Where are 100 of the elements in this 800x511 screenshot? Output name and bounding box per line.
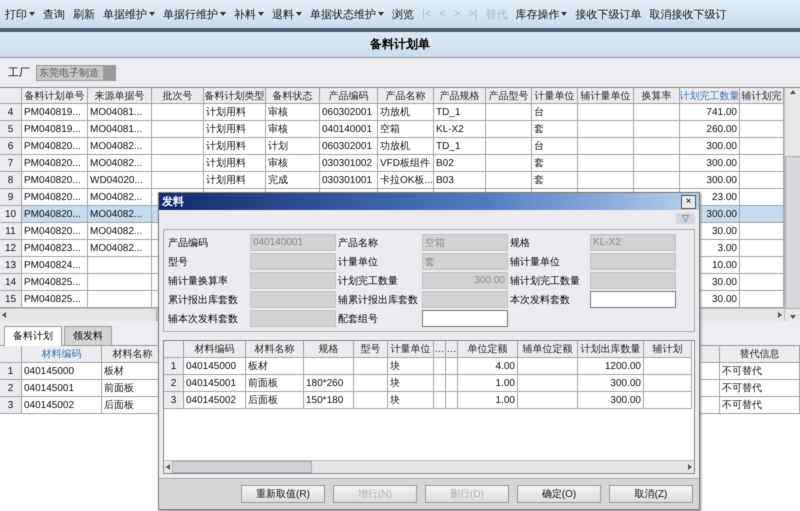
toolbar-button[interactable]: 刷新 [72, 4, 96, 24]
horizontal-scrollbar[interactable] [164, 460, 694, 473]
arrow-right-icon[interactable] [686, 463, 694, 471]
column-header[interactable]: 产品规格 [434, 88, 486, 104]
tab[interactable]: 备料计划 [4, 326, 62, 346]
row-number: 7 [0, 155, 22, 172]
input-field[interactable] [250, 272, 336, 289]
column-header[interactable]: 批次号 [152, 88, 204, 104]
arrow-left-icon[interactable] [0, 311, 8, 319]
column-header[interactable]: 计划出库数量 [578, 341, 644, 358]
column-header[interactable]: 备料状态 [266, 88, 320, 104]
toolbar-button[interactable]: 查询 [42, 4, 66, 24]
table-row[interactable]: 8 PM040820... WD04020... 计划用料 完成 030301001 卡拉OK板... B03 套 300.00 [0, 172, 784, 189]
toolbar-button[interactable]: 退料 [271, 4, 303, 24]
lookup-button[interactable] [103, 66, 115, 80]
caret-icon [29, 12, 35, 16]
table-cell: 块 [388, 392, 434, 409]
factory-label: 工厂 [8, 66, 30, 80]
toolbar-button[interactable]: 单据状态维护 [309, 4, 385, 24]
empty-cell [644, 375, 692, 392]
factory-field[interactable]: 东莞电子制造 [36, 64, 116, 80]
toolbar-button[interactable]: 接收下级订单 [574, 4, 642, 24]
input-field[interactable] [590, 272, 676, 289]
table-cell: 040145002 [22, 397, 102, 414]
toolbar-button[interactable]: 浏览 [391, 4, 415, 24]
row-number: 6 [0, 138, 22, 155]
row-number: 11 [0, 223, 22, 240]
empty-cell [304, 358, 354, 375]
column-header[interactable]: 辅计量单位 [578, 88, 634, 104]
table-cell: 块 [388, 358, 434, 375]
column-header[interactable]: 材料编码 [184, 341, 246, 358]
arrow-right-icon[interactable] [776, 311, 784, 319]
vertical-scrollbar[interactable] [784, 88, 800, 321]
caret-icon [561, 12, 568, 16]
column-header[interactable]: 材料名称 [246, 341, 304, 358]
row-number: 3 [0, 397, 22, 414]
caret-icon [220, 12, 226, 16]
caret-icon [296, 12, 302, 16]
column-header[interactable]: 产品名称 [378, 88, 434, 104]
column-header[interactable]: 规格 [304, 341, 354, 358]
column-header[interactable]: 换算率 [634, 88, 680, 104]
table-cell: 板材 [246, 358, 304, 375]
row-number: 15 [0, 291, 22, 308]
field-label: 辅本次发料套数 [168, 312, 239, 326]
column-header[interactable]: 辅计划完 [740, 88, 784, 104]
input-field[interactable] [422, 310, 508, 327]
table-row[interactable]: 5 PM040819... MO04081... 计划用料 审核 040140001 空箱 KL-X2 套 260.00 [0, 121, 784, 138]
column-header[interactable]: 型号 [354, 341, 388, 358]
table-cell: 不可替代 [720, 397, 800, 414]
tab[interactable]: 领发料 [64, 326, 112, 345]
scrollbar-thumb[interactable] [785, 156, 800, 309]
field-label: 辅计量单位 [510, 256, 561, 270]
dialog-button[interactable]: 重新取值(R) [241, 485, 325, 503]
table-cell: 040145001 [184, 375, 246, 392]
caret-icon [258, 12, 264, 16]
toolbar-button[interactable]: 补料 [233, 4, 265, 24]
page-title: 备料计划单 [370, 36, 430, 53]
column-header[interactable]: 替代信息 [720, 346, 800, 363]
column-header[interactable]: 辅计划 [644, 341, 692, 358]
column-header[interactable]: 计量单位 [388, 341, 434, 358]
column-header[interactable]: 备料计划单号 [22, 88, 88, 104]
row-number: 3 [164, 392, 184, 409]
toolbar-button[interactable]: 取消接收下级订 [648, 4, 728, 24]
scrollbar-thumb[interactable] [172, 461, 312, 473]
column-header[interactable]: … [434, 341, 446, 358]
input-field[interactable] [250, 310, 336, 327]
dialog-button[interactable]: 确定(O) [517, 485, 601, 503]
empty-cell [354, 358, 388, 375]
row-number: 14 [0, 274, 22, 291]
column-header[interactable]: 材料编码 [22, 346, 102, 363]
column-header[interactable]: 产品编码 [320, 88, 378, 104]
expand-button[interactable]: ▽ [676, 213, 695, 224]
input-field[interactable] [250, 291, 336, 308]
table-row[interactable]: 4 PM040819... MO04081... 计划用料 审核 060302001 功放机 TD_1 台 741.00 [0, 104, 784, 121]
toolbar-button[interactable]: 库存操作 [514, 4, 568, 24]
close-button[interactable]: × [681, 194, 696, 208]
column-header[interactable]: 计量单位 [532, 88, 578, 104]
table-row[interactable]: 7 PM040820... MO04082... 计划用料 审核 030301002 VFD板组件 B02 套 300.00 [0, 155, 784, 172]
column-header[interactable]: 备料计划类型 [204, 88, 266, 104]
input-field[interactable] [590, 253, 676, 270]
column-header[interactable]: 计划完工数量 [680, 88, 740, 104]
arrow-up-icon[interactable] [789, 88, 797, 96]
table-cell: 前面板 [246, 375, 304, 392]
toolbar-button[interactable]: 单据维护 [102, 4, 156, 24]
dialog-button[interactable]: 取消(Z) [609, 485, 693, 503]
input-field[interactable] [250, 253, 336, 270]
empty-cell [644, 358, 692, 375]
arrow-left-icon[interactable] [164, 463, 172, 471]
input-field[interactable] [590, 291, 676, 308]
toolbar-button[interactable]: 单据行维护 [162, 4, 227, 24]
toolbar-button[interactable]: 打印 [4, 4, 36, 24]
column-header[interactable]: … [446, 341, 458, 358]
input-field[interactable] [422, 291, 508, 308]
column-header[interactable]: 单位定额 [458, 341, 518, 358]
table-cell: 1.00 [458, 375, 518, 392]
arrow-down-icon[interactable] [789, 313, 797, 321]
column-header[interactable]: 辅单位定额 [518, 341, 578, 358]
column-header[interactable]: 来源单据号 [88, 88, 152, 104]
table-row[interactable]: 6 PM040820... MO04082... 计划用料 计划 060302001 功放机 TD_1 台 300.00 [0, 138, 784, 155]
column-header[interactable]: 产品型号 [486, 88, 532, 104]
